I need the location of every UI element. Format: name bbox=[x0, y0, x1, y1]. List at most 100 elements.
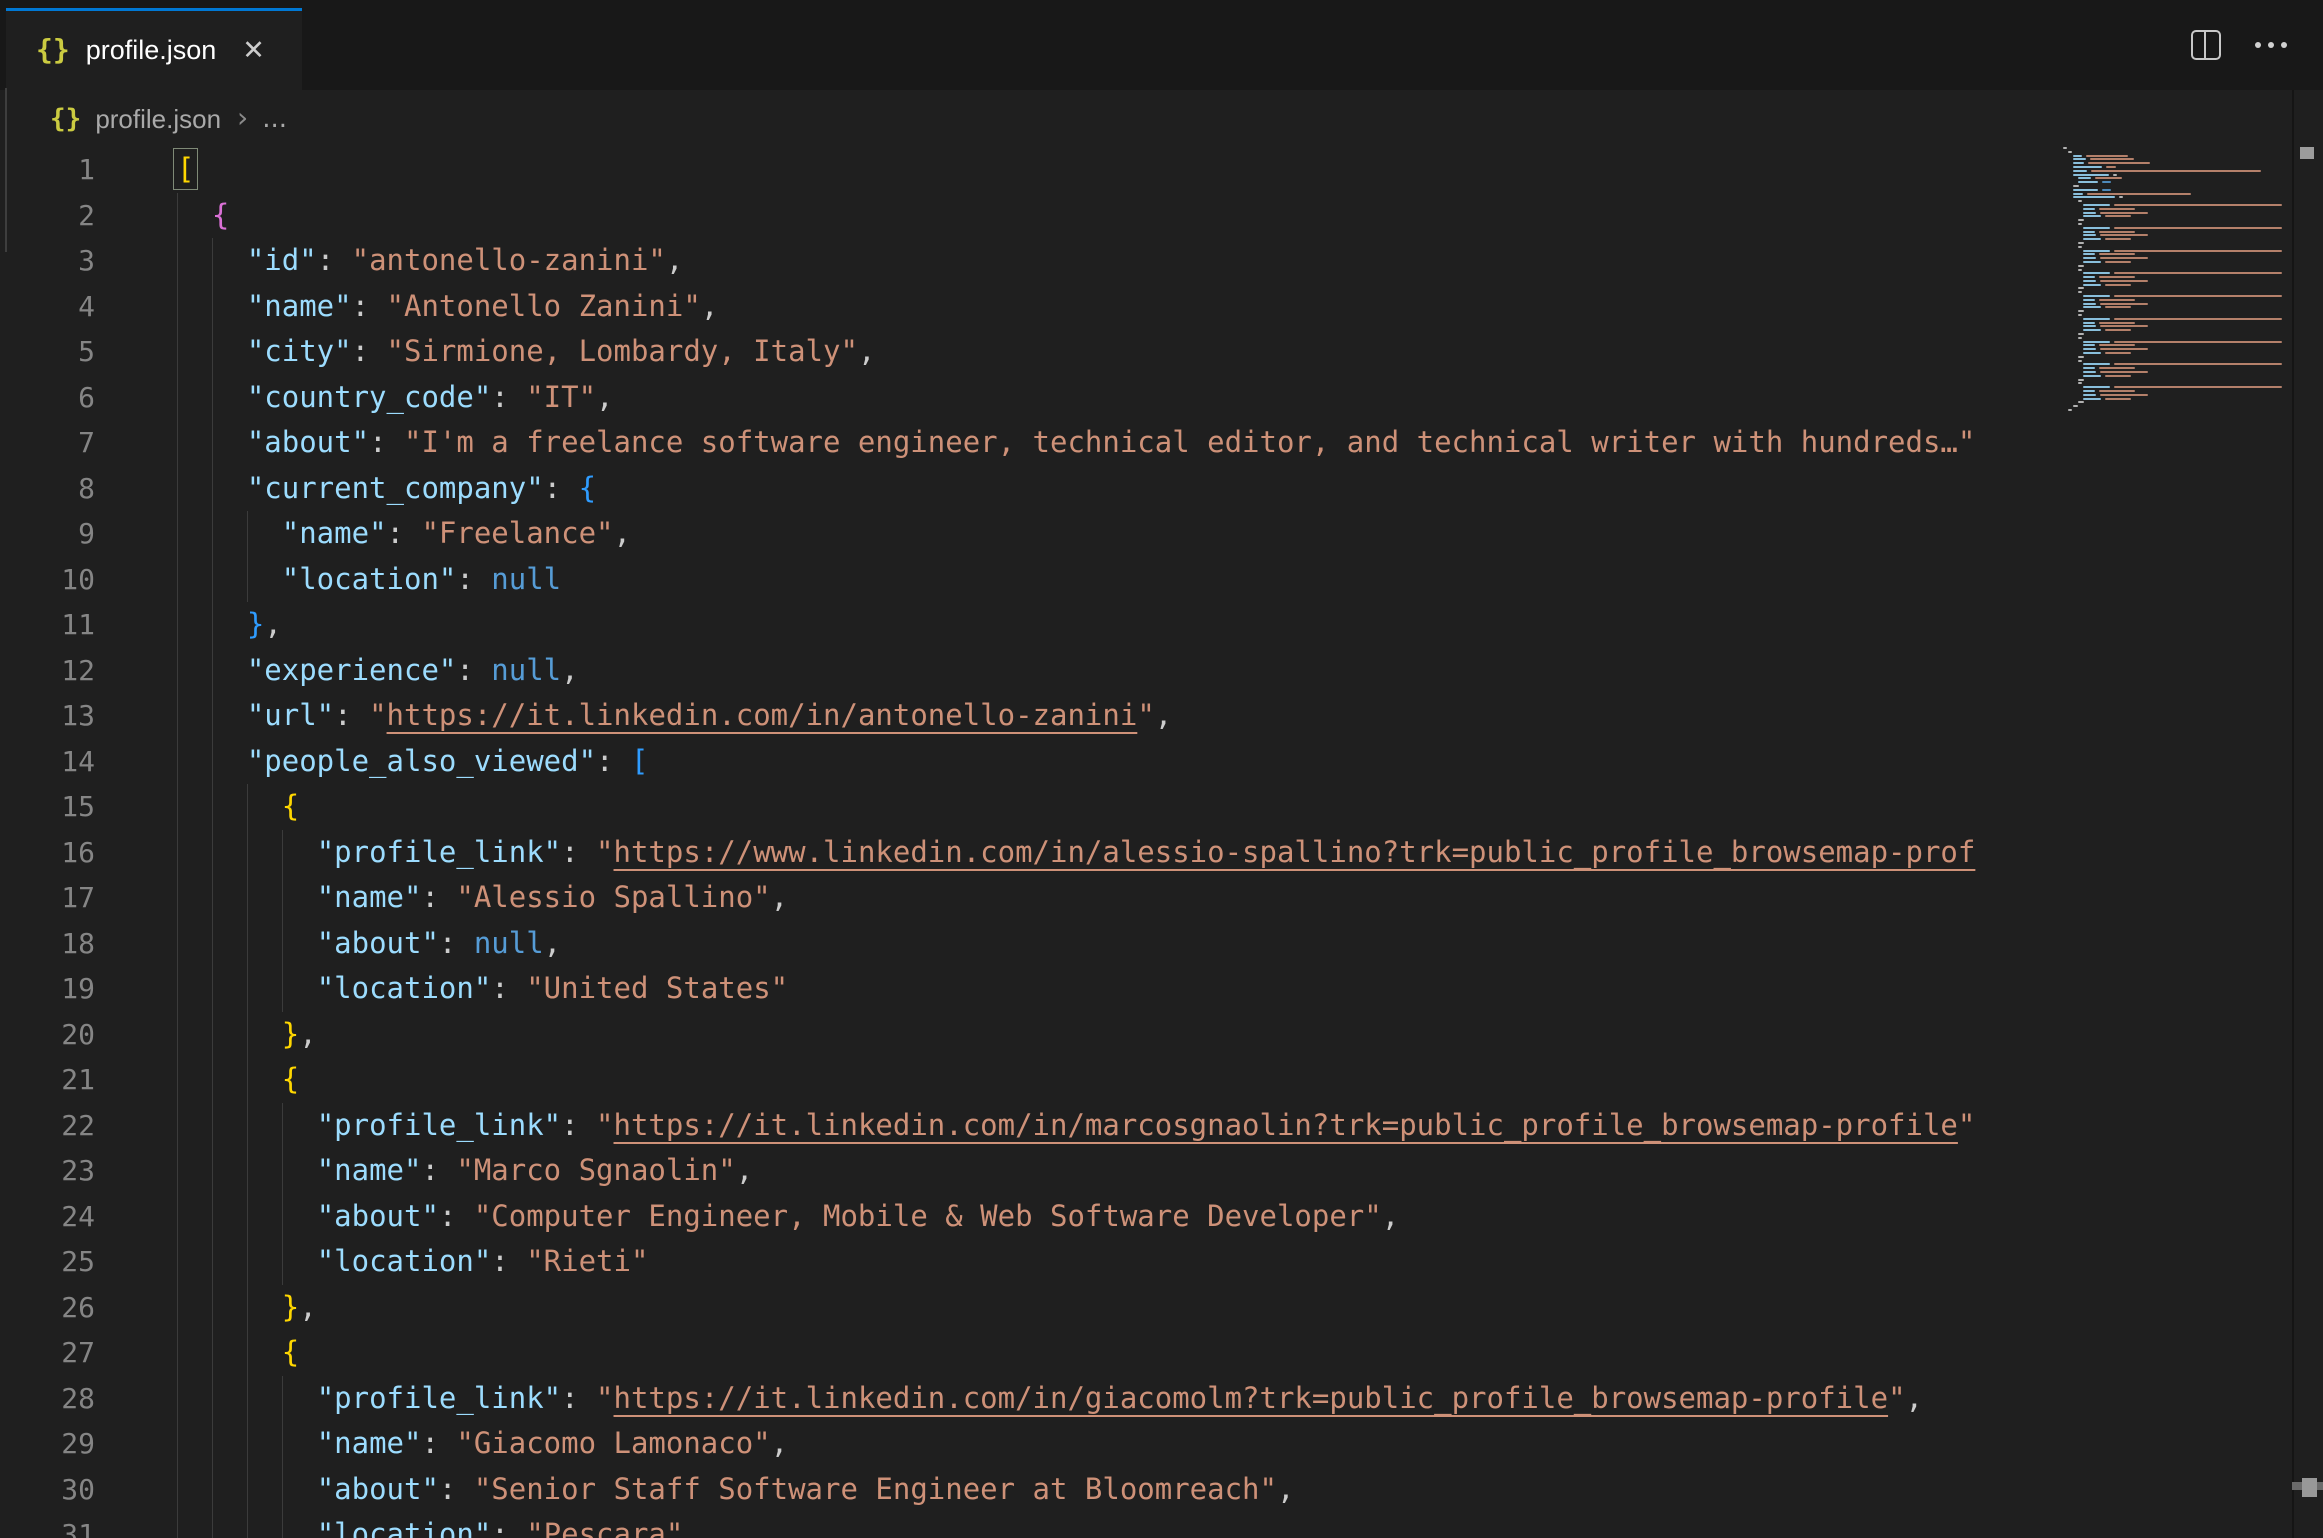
minimap-line bbox=[2063, 272, 2312, 274]
code-line-25[interactable]: 25 "location": "Rieti" bbox=[0, 1239, 2063, 1285]
code-line-27[interactable]: 27 { bbox=[0, 1330, 2063, 1376]
scrollbar-separator bbox=[2292, 90, 2294, 1538]
code-text: "url": "https://it.linkedin.com/in/anton… bbox=[177, 693, 1172, 739]
code-line-21[interactable]: 21 { bbox=[0, 1057, 2063, 1103]
code-line-31[interactable]: 31 "location": "Pescara" bbox=[0, 1512, 2063, 1538]
code-line-8[interactable]: 8 "current_company": { bbox=[0, 466, 2063, 512]
code-line-24[interactable]: 24 "about": "Computer Engineer, Mobile &… bbox=[0, 1194, 2063, 1240]
minimap-line bbox=[2063, 348, 2312, 350]
line-number: 11 bbox=[0, 602, 95, 648]
code-line-11[interactable]: 11 }, bbox=[0, 602, 2063, 648]
code-text: "profile_link": "https://it.linkedin.com… bbox=[177, 1376, 1923, 1422]
code-line-28[interactable]: 28 "profile_link": "https://it.linkedin.… bbox=[0, 1376, 2063, 1422]
code-line-2[interactable]: 2 { bbox=[0, 193, 2063, 239]
line-number: 29 bbox=[0, 1421, 95, 1467]
minimap-line bbox=[2063, 291, 2307, 293]
code-line-15[interactable]: 15 { bbox=[0, 784, 2063, 830]
minimap-line bbox=[2063, 375, 2312, 377]
minimap-line bbox=[2063, 401, 2307, 403]
line-number: 10 bbox=[0, 557, 95, 603]
minimap-line bbox=[2063, 223, 2307, 225]
minimap-line bbox=[2063, 196, 2302, 198]
code-line-4[interactable]: 4 "name": "Antonello Zanini", bbox=[0, 284, 2063, 330]
minimap-line bbox=[2063, 371, 2312, 373]
line-number: 25 bbox=[0, 1239, 95, 1285]
minimap-line bbox=[2063, 314, 2307, 316]
minimap-line bbox=[2063, 231, 2312, 233]
line-number: 23 bbox=[0, 1148, 95, 1194]
code-line-29[interactable]: 29 "name": "Giacomo Lamonaco", bbox=[0, 1421, 2063, 1467]
minimap-line bbox=[2063, 174, 2302, 176]
minimap-line bbox=[2063, 193, 2302, 195]
line-number: 9 bbox=[0, 511, 95, 557]
minimap-line bbox=[2063, 238, 2312, 240]
minimap-line bbox=[2063, 276, 2312, 278]
minimap-line bbox=[2063, 242, 2307, 244]
code-text: "id": "antonello-zanini", bbox=[177, 238, 683, 284]
code-line-9[interactable]: 9 "name": "Freelance", bbox=[0, 511, 2063, 557]
line-number: 7 bbox=[0, 420, 95, 466]
code-text: }, bbox=[177, 602, 282, 648]
scrollbar-corner-thumb[interactable] bbox=[2302, 1478, 2317, 1497]
line-number: 3 bbox=[0, 238, 95, 284]
line-number: 16 bbox=[0, 830, 95, 876]
line-number: 8 bbox=[0, 466, 95, 512]
code-line-1[interactable]: 1[ bbox=[0, 147, 2063, 193]
code-line-12[interactable]: 12 "experience": null, bbox=[0, 648, 2063, 694]
line-number: 17 bbox=[0, 875, 95, 921]
code-line-5[interactable]: 5 "city": "Sirmione, Lombardy, Italy", bbox=[0, 329, 2063, 375]
line-number: 26 bbox=[0, 1285, 95, 1331]
minimap-line bbox=[2063, 287, 2307, 289]
code-text: "name": "Antonello Zanini", bbox=[177, 284, 718, 330]
code-line-13[interactable]: 13 "url": "https://it.linkedin.com/in/an… bbox=[0, 693, 2063, 739]
minimap-line bbox=[2063, 215, 2312, 217]
minimap[interactable] bbox=[2063, 147, 2292, 1538]
code-line-23[interactable]: 23 "name": "Marco Sgnaolin", bbox=[0, 1148, 2063, 1194]
minimap-line bbox=[2063, 367, 2312, 369]
minimap-line bbox=[2063, 185, 2302, 187]
minimap-line bbox=[2063, 390, 2312, 392]
code-text: "location": "Rieti" bbox=[177, 1239, 648, 1285]
code-text: "location": "Pescara" bbox=[177, 1512, 683, 1538]
code-text: "name": "Alessio Spallino", bbox=[177, 875, 788, 921]
line-number: 2 bbox=[0, 193, 95, 239]
code-line-18[interactable]: 18 "about": null, bbox=[0, 921, 2063, 967]
vertical-scrollbar-thumb[interactable] bbox=[2300, 147, 2314, 159]
line-number: 19 bbox=[0, 966, 95, 1012]
code-text: "location": null bbox=[177, 557, 561, 603]
minimap-line bbox=[2063, 250, 2312, 252]
minimap-line bbox=[2063, 189, 2302, 191]
minimap-line bbox=[2063, 344, 2312, 346]
code-line-3[interactable]: 3 "id": "antonello-zanini", bbox=[0, 238, 2063, 284]
code-text: [ bbox=[177, 147, 194, 193]
code-text: "location": "United States" bbox=[177, 966, 788, 1012]
code-line-7[interactable]: 7 "about": "I'm a freelance software eng… bbox=[0, 420, 2063, 466]
code-text: "profile_link": "https://www.linkedin.co… bbox=[177, 830, 1975, 876]
editor[interactable]: 1[2 {3 "id": "antonello-zanini",4 "name"… bbox=[0, 0, 2063, 1538]
code-text: "current_company": { bbox=[177, 466, 596, 512]
code-line-22[interactable]: 22 "profile_link": "https://it.linkedin.… bbox=[0, 1103, 2063, 1149]
code-line-14[interactable]: 14 "people_also_viewed": [ bbox=[0, 739, 2063, 785]
code-line-19[interactable]: 19 "location": "United States" bbox=[0, 966, 2063, 1012]
minimap-line bbox=[2063, 360, 2307, 362]
split-editor-icon[interactable] bbox=[2191, 30, 2221, 60]
minimap-line bbox=[2063, 318, 2312, 320]
more-actions-icon[interactable] bbox=[2255, 42, 2287, 48]
minimap-line bbox=[2063, 295, 2312, 297]
code-text: "experience": null, bbox=[177, 648, 579, 694]
code-text: "name": "Marco Sgnaolin", bbox=[177, 1148, 753, 1194]
code-line-17[interactable]: 17 "name": "Alessio Spallino", bbox=[0, 875, 2063, 921]
line-number: 15 bbox=[0, 784, 95, 830]
code-line-26[interactable]: 26 }, bbox=[0, 1285, 2063, 1331]
code-line-10[interactable]: 10 "location": null bbox=[0, 557, 2063, 603]
line-number: 31 bbox=[0, 1512, 95, 1538]
minimap-line bbox=[2063, 204, 2312, 206]
minimap-line bbox=[2063, 398, 2312, 400]
line-number: 13 bbox=[0, 693, 95, 739]
code-line-6[interactable]: 6 "country_code": "IT", bbox=[0, 375, 2063, 421]
minimap-line bbox=[2063, 265, 2307, 267]
code-line-30[interactable]: 30 "about": "Senior Staff Software Engin… bbox=[0, 1467, 2063, 1513]
code-line-16[interactable]: 16 "profile_link": "https://www.linkedin… bbox=[0, 830, 2063, 876]
code-line-20[interactable]: 20 }, bbox=[0, 1012, 2063, 1058]
code-text: "profile_link": "https://it.linkedin.com… bbox=[177, 1103, 1975, 1149]
